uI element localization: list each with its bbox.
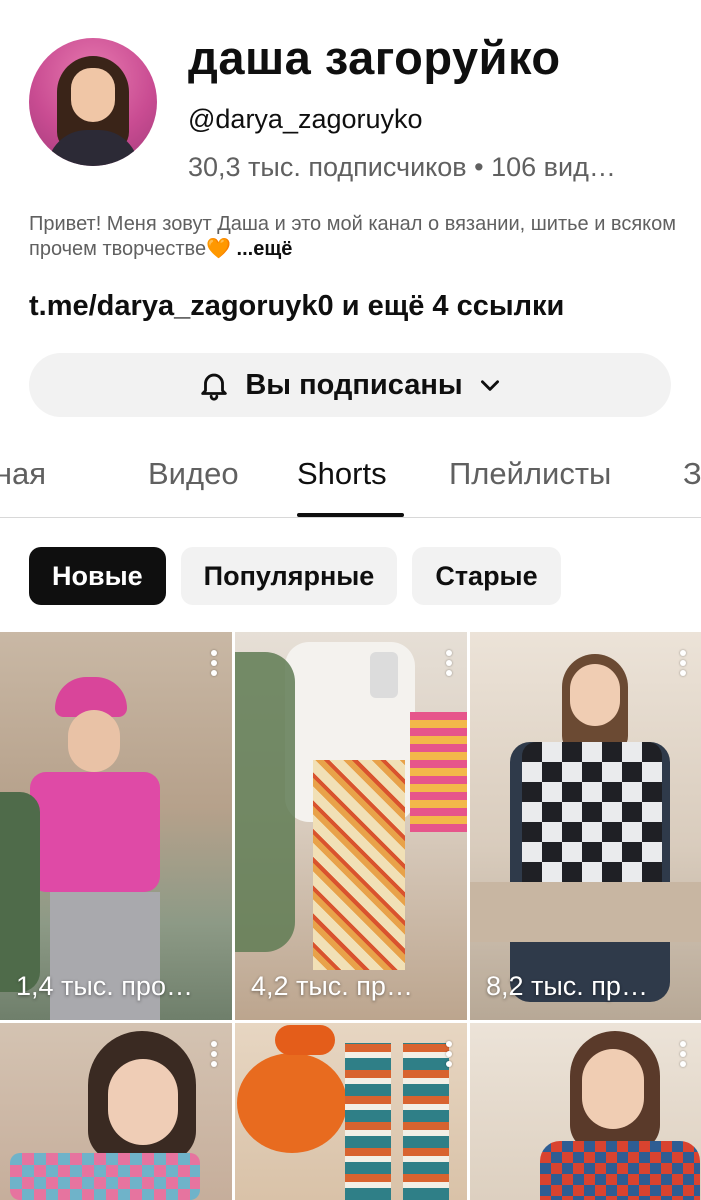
- face-shape: [108, 1059, 178, 1145]
- crochet-strip-shape: [345, 1043, 391, 1200]
- tab-videos[interactable]: Видео: [148, 456, 239, 492]
- short-views: 8,2 тыс. пр…: [486, 971, 648, 1001]
- more-options-icon[interactable]: [210, 1041, 218, 1067]
- crochet-skirt-shape: [313, 760, 405, 970]
- extra-links[interactable]: и ещё 4 ссылки: [334, 290, 565, 322]
- channel-avatar[interactable]: [29, 38, 157, 166]
- more-options-icon[interactable]: [445, 650, 453, 676]
- subscribe-label: Вы подписаны: [245, 368, 463, 401]
- tab-next[interactable]: З: [683, 456, 701, 492]
- channel-handle: @darya_zagoruyko: [188, 104, 423, 134]
- avatar-face: [71, 68, 115, 122]
- face-shape: [582, 1049, 644, 1129]
- short-thumbnail[interactable]: 1,4 тыс. про…: [0, 632, 232, 1020]
- active-tab-indicator: [297, 513, 404, 517]
- description-text: Привет! Меня зовут Даша и это мой канал …: [29, 213, 677, 260]
- channel-links[interactable]: t.me/darya_zagoruyk0 и ещё 4 ссылки: [29, 290, 564, 323]
- sort-chips: Новые Популярные Старые: [29, 547, 561, 605]
- short-thumbnail[interactable]: [470, 1023, 701, 1200]
- plant-shape: [235, 652, 295, 952]
- channel-header: даша загоруйко @darya_zagoruyko 30,3 тыс…: [0, 0, 701, 200]
- subscribed-button[interactable]: Вы подписаны: [29, 353, 671, 417]
- tab-home[interactable]: Главная: [0, 456, 46, 492]
- primary-link[interactable]: t.me/darya_zagoruyk0: [29, 290, 334, 322]
- channel-stats[interactable]: 30,3 тыс. подписчиков • 106 вид…: [188, 152, 668, 183]
- channel-name: даша загоруйко: [188, 31, 561, 84]
- more-options-icon[interactable]: [210, 650, 218, 676]
- crochet-cardigan-shape: [540, 1141, 700, 1200]
- tab-playlists[interactable]: Плейлисты: [449, 456, 611, 492]
- pumpkin-shape: [237, 1053, 347, 1153]
- more-options-icon[interactable]: [679, 1041, 687, 1067]
- sofa-shape: [470, 882, 701, 942]
- blanket-shape: [410, 712, 467, 832]
- more-options-icon[interactable]: [679, 650, 687, 676]
- pumpkin-shape-top: [275, 1025, 335, 1055]
- short-thumbnail[interactable]: [0, 1023, 232, 1200]
- short-thumbnail[interactable]: 4,2 тыс. пр…: [235, 632, 467, 1020]
- face-shape: [68, 710, 120, 772]
- short-thumbnail[interactable]: 8,2 тыс. пр…: [470, 632, 701, 1020]
- chip-oldest[interactable]: Старые: [412, 547, 561, 605]
- channel-tabs: Главная Видео Shorts Плейлисты З: [0, 440, 701, 518]
- phone-shape: [370, 652, 398, 698]
- chip-popular[interactable]: Популярные: [180, 547, 398, 605]
- description-more-link[interactable]: ...ещё: [231, 238, 293, 260]
- face-shape: [570, 664, 620, 726]
- short-thumbnail[interactable]: [235, 1023, 467, 1200]
- tab-shorts[interactable]: Shorts: [297, 456, 387, 492]
- more-options-icon[interactable]: [445, 1041, 453, 1067]
- short-views: 4,2 тыс. пр…: [251, 971, 413, 1001]
- channel-description[interactable]: Привет! Меня зовут Даша и это мой канал …: [29, 212, 679, 262]
- chip-newest[interactable]: Новые: [29, 547, 166, 605]
- crochet-bag-shape: [10, 1153, 200, 1200]
- bell-icon: [201, 373, 228, 401]
- sweater-shape: [30, 772, 160, 892]
- short-views: 1,4 тыс. про…: [16, 971, 193, 1001]
- heart-emoji: 🧡: [206, 238, 231, 260]
- chevron-down-icon: [480, 380, 499, 391]
- plant-shape: [0, 792, 40, 992]
- crochet-strip-shape: [403, 1043, 449, 1200]
